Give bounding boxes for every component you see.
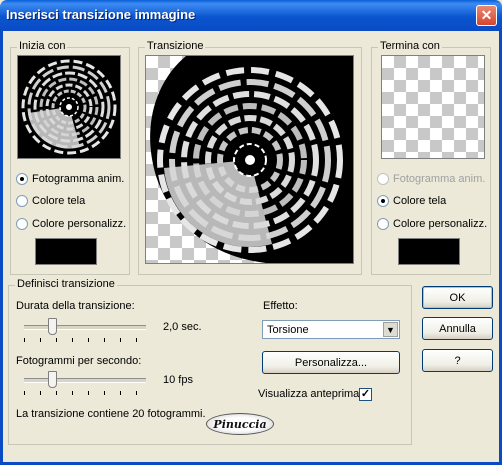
duration-label: Durata della transizione:: [16, 300, 135, 312]
effect-select-value: Torsione: [267, 324, 309, 336]
fps-slider[interactable]: [24, 371, 146, 397]
end-option-custom[interactable]: Colore personalizz.: [377, 217, 487, 231]
help-button[interactable]: ?: [422, 349, 493, 372]
fps-value: 10 fps: [163, 374, 193, 386]
slider-ticks: [24, 338, 146, 342]
slider-thumb[interactable]: [48, 318, 57, 335]
radio-selected-icon: [377, 195, 389, 207]
close-icon: ✕: [480, 7, 493, 23]
end-group-label: Termina con: [378, 40, 442, 52]
start-option-canvas[interactable]: Colore tela: [16, 194, 85, 208]
end-option-canvas[interactable]: Colore tela: [377, 194, 446, 208]
radio-icon: [377, 218, 389, 230]
radio-icon: [16, 195, 28, 207]
end-color-swatch[interactable]: [398, 238, 460, 265]
transition-preview-image: [150, 56, 353, 263]
cancel-button[interactable]: Annulla: [422, 317, 493, 340]
slider-ticks: [24, 391, 146, 395]
start-option-custom[interactable]: Colore personalizz.: [16, 217, 126, 231]
checkmark-icon: ✓: [360, 388, 371, 400]
effect-select[interactable]: Torsione ▼: [262, 320, 400, 339]
slider-track: [24, 378, 146, 383]
chevron-down-icon[interactable]: ▼: [383, 322, 398, 337]
title-bar: Inserisci transizione immagine ✕: [0, 0, 502, 31]
slider-thumb[interactable]: [48, 371, 57, 388]
radio-icon: [377, 173, 389, 185]
effect-label: Effetto:: [263, 300, 298, 312]
ok-button[interactable]: OK: [422, 286, 493, 309]
start-option-custom-label: Colore personalizz.: [32, 218, 127, 230]
end-option-frame: Fotogramma anim.: [377, 172, 485, 186]
end-option-custom-label: Colore personalizz.: [393, 218, 488, 230]
slider-track: [24, 325, 146, 330]
end-option-frame-label: Fotogramma anim.: [393, 173, 486, 185]
duration-slider[interactable]: [24, 318, 146, 344]
end-preview: [381, 55, 485, 159]
fps-label: Fotogrammi per secondo:: [16, 355, 142, 367]
start-color-swatch[interactable]: [35, 238, 97, 265]
define-group-label: Definisci transizione: [15, 278, 117, 290]
frame-count-info: La transizione contiene 20 fotogrammi.: [16, 408, 206, 420]
start-option-frame[interactable]: Fotogramma anim.: [16, 172, 124, 186]
radio-selected-icon: [16, 173, 28, 185]
preview-label: Visualizza anteprima: [258, 388, 360, 400]
start-group-label: Inizia con: [17, 40, 68, 52]
end-option-canvas-label: Colore tela: [393, 195, 447, 207]
start-option-frame-label: Fotogramma anim.: [32, 173, 125, 185]
transition-preview: [145, 55, 354, 264]
radio-icon: [16, 218, 28, 230]
transition-group-label: Transizione: [145, 40, 206, 52]
close-button[interactable]: ✕: [476, 5, 497, 26]
window-title: Inserisci transizione immagine: [6, 7, 196, 22]
duration-value: 2,0 sec.: [163, 321, 202, 333]
preview-checkbox[interactable]: ✓: [359, 388, 372, 401]
start-preview: [17, 55, 121, 159]
start-preview-image: [21, 59, 117, 155]
logo-text: Pinuccia: [213, 417, 267, 431]
start-option-canvas-label: Colore tela: [32, 195, 86, 207]
pinuccia-logo: Pinuccia: [206, 413, 274, 435]
customize-button[interactable]: Personalizza...: [262, 351, 400, 374]
